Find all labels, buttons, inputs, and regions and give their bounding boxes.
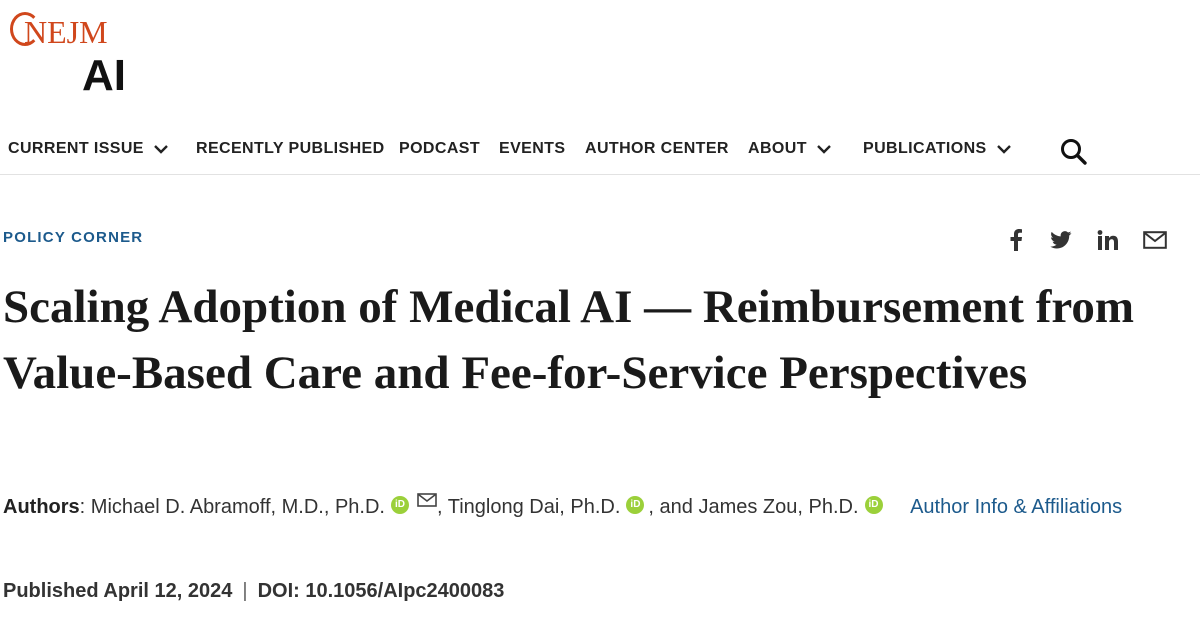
main-nav: CURRENT ISSUE RECENTLY PUBLISHED PODCAST… [0, 128, 1200, 175]
article-title: Scaling Adoption of Medical AI — Reimbur… [3, 281, 1135, 399]
facebook-icon [1010, 229, 1022, 251]
email-icon[interactable] [417, 493, 437, 507]
authors-colon: : [79, 496, 91, 518]
twitter-share-button[interactable] [1047, 226, 1075, 254]
nav-publications-label: PUBLICATIONS [863, 140, 987, 157]
chevron-down-icon [996, 145, 1011, 154]
authors-line: Authors: Michael D. Abramoff, M.D., Ph.D… [3, 491, 1163, 523]
email-share-button[interactable] [1141, 226, 1169, 254]
doi[interactable]: DOI: 10.1056/AIpc2400083 [258, 580, 505, 602]
nejm-ai-logo[interactable]: NEJM AI [10, 10, 142, 105]
orcid-icon[interactable]: iD [390, 496, 409, 514]
chevron-down-icon [154, 145, 168, 154]
nav-podcast[interactable]: PODCAST [399, 140, 480, 158]
authors-label: Authors [3, 496, 80, 518]
search-icon[interactable] [1058, 136, 1090, 168]
author-name[interactable]: James Zou, Ph.D. [698, 496, 858, 518]
published-date: Published April 12, 2024 [3, 580, 233, 602]
nav-publications[interactable]: PUBLICATIONS [863, 140, 1013, 158]
article-category[interactable]: POLICY CORNER [3, 229, 143, 246]
twitter-icon [1050, 231, 1072, 249]
orcid-icon[interactable]: iD [626, 496, 645, 514]
email-icon [1143, 231, 1167, 249]
nav-recently-published[interactable]: RECENTLY PUBLISHED [196, 140, 385, 158]
nav-author-center[interactable]: AUTHOR CENTER [585, 140, 729, 158]
author-name[interactable]: Michael D. Abramoff, M.D., Ph.D. [91, 496, 385, 518]
nav-events-label: EVENTS [499, 140, 566, 157]
nav-events[interactable]: EVENTS [499, 140, 565, 158]
author-separator: , [436, 496, 443, 518]
nav-current-issue[interactable]: CURRENT ISSUE [8, 140, 170, 158]
linkedin-icon [1097, 230, 1118, 250]
logo-sub: AI [82, 51, 126, 100]
orcid-icon[interactable]: iD [864, 496, 883, 514]
publication-info: Published April 12, 2024 | DOI: 10.1056/AI… [3, 580, 504, 603]
nav-author-center-label: AUTHOR CENTER [585, 140, 729, 157]
author-name[interactable]: Tinglong Dai, Ph.D. [448, 496, 621, 518]
nav-current-issue-label: CURRENT ISSUE [8, 140, 144, 157]
author-separator: , and [648, 496, 693, 518]
pub-separator: | [242, 580, 248, 602]
author-info-affiliations-link[interactable]: Author Info & Affiliations [910, 496, 1122, 518]
linkedin-share-button[interactable] [1094, 226, 1122, 254]
nav-podcast-label: PODCAST [399, 140, 481, 157]
chevron-down-icon [817, 145, 831, 154]
nav-recently-published-label: RECENTLY PUBLISHED [196, 140, 385, 157]
nav-about-label: ABOUT [748, 140, 807, 157]
nav-about[interactable]: ABOUT [748, 140, 833, 158]
facebook-share-button[interactable] [1002, 226, 1030, 254]
logo-brand: NEJM [24, 14, 108, 50]
